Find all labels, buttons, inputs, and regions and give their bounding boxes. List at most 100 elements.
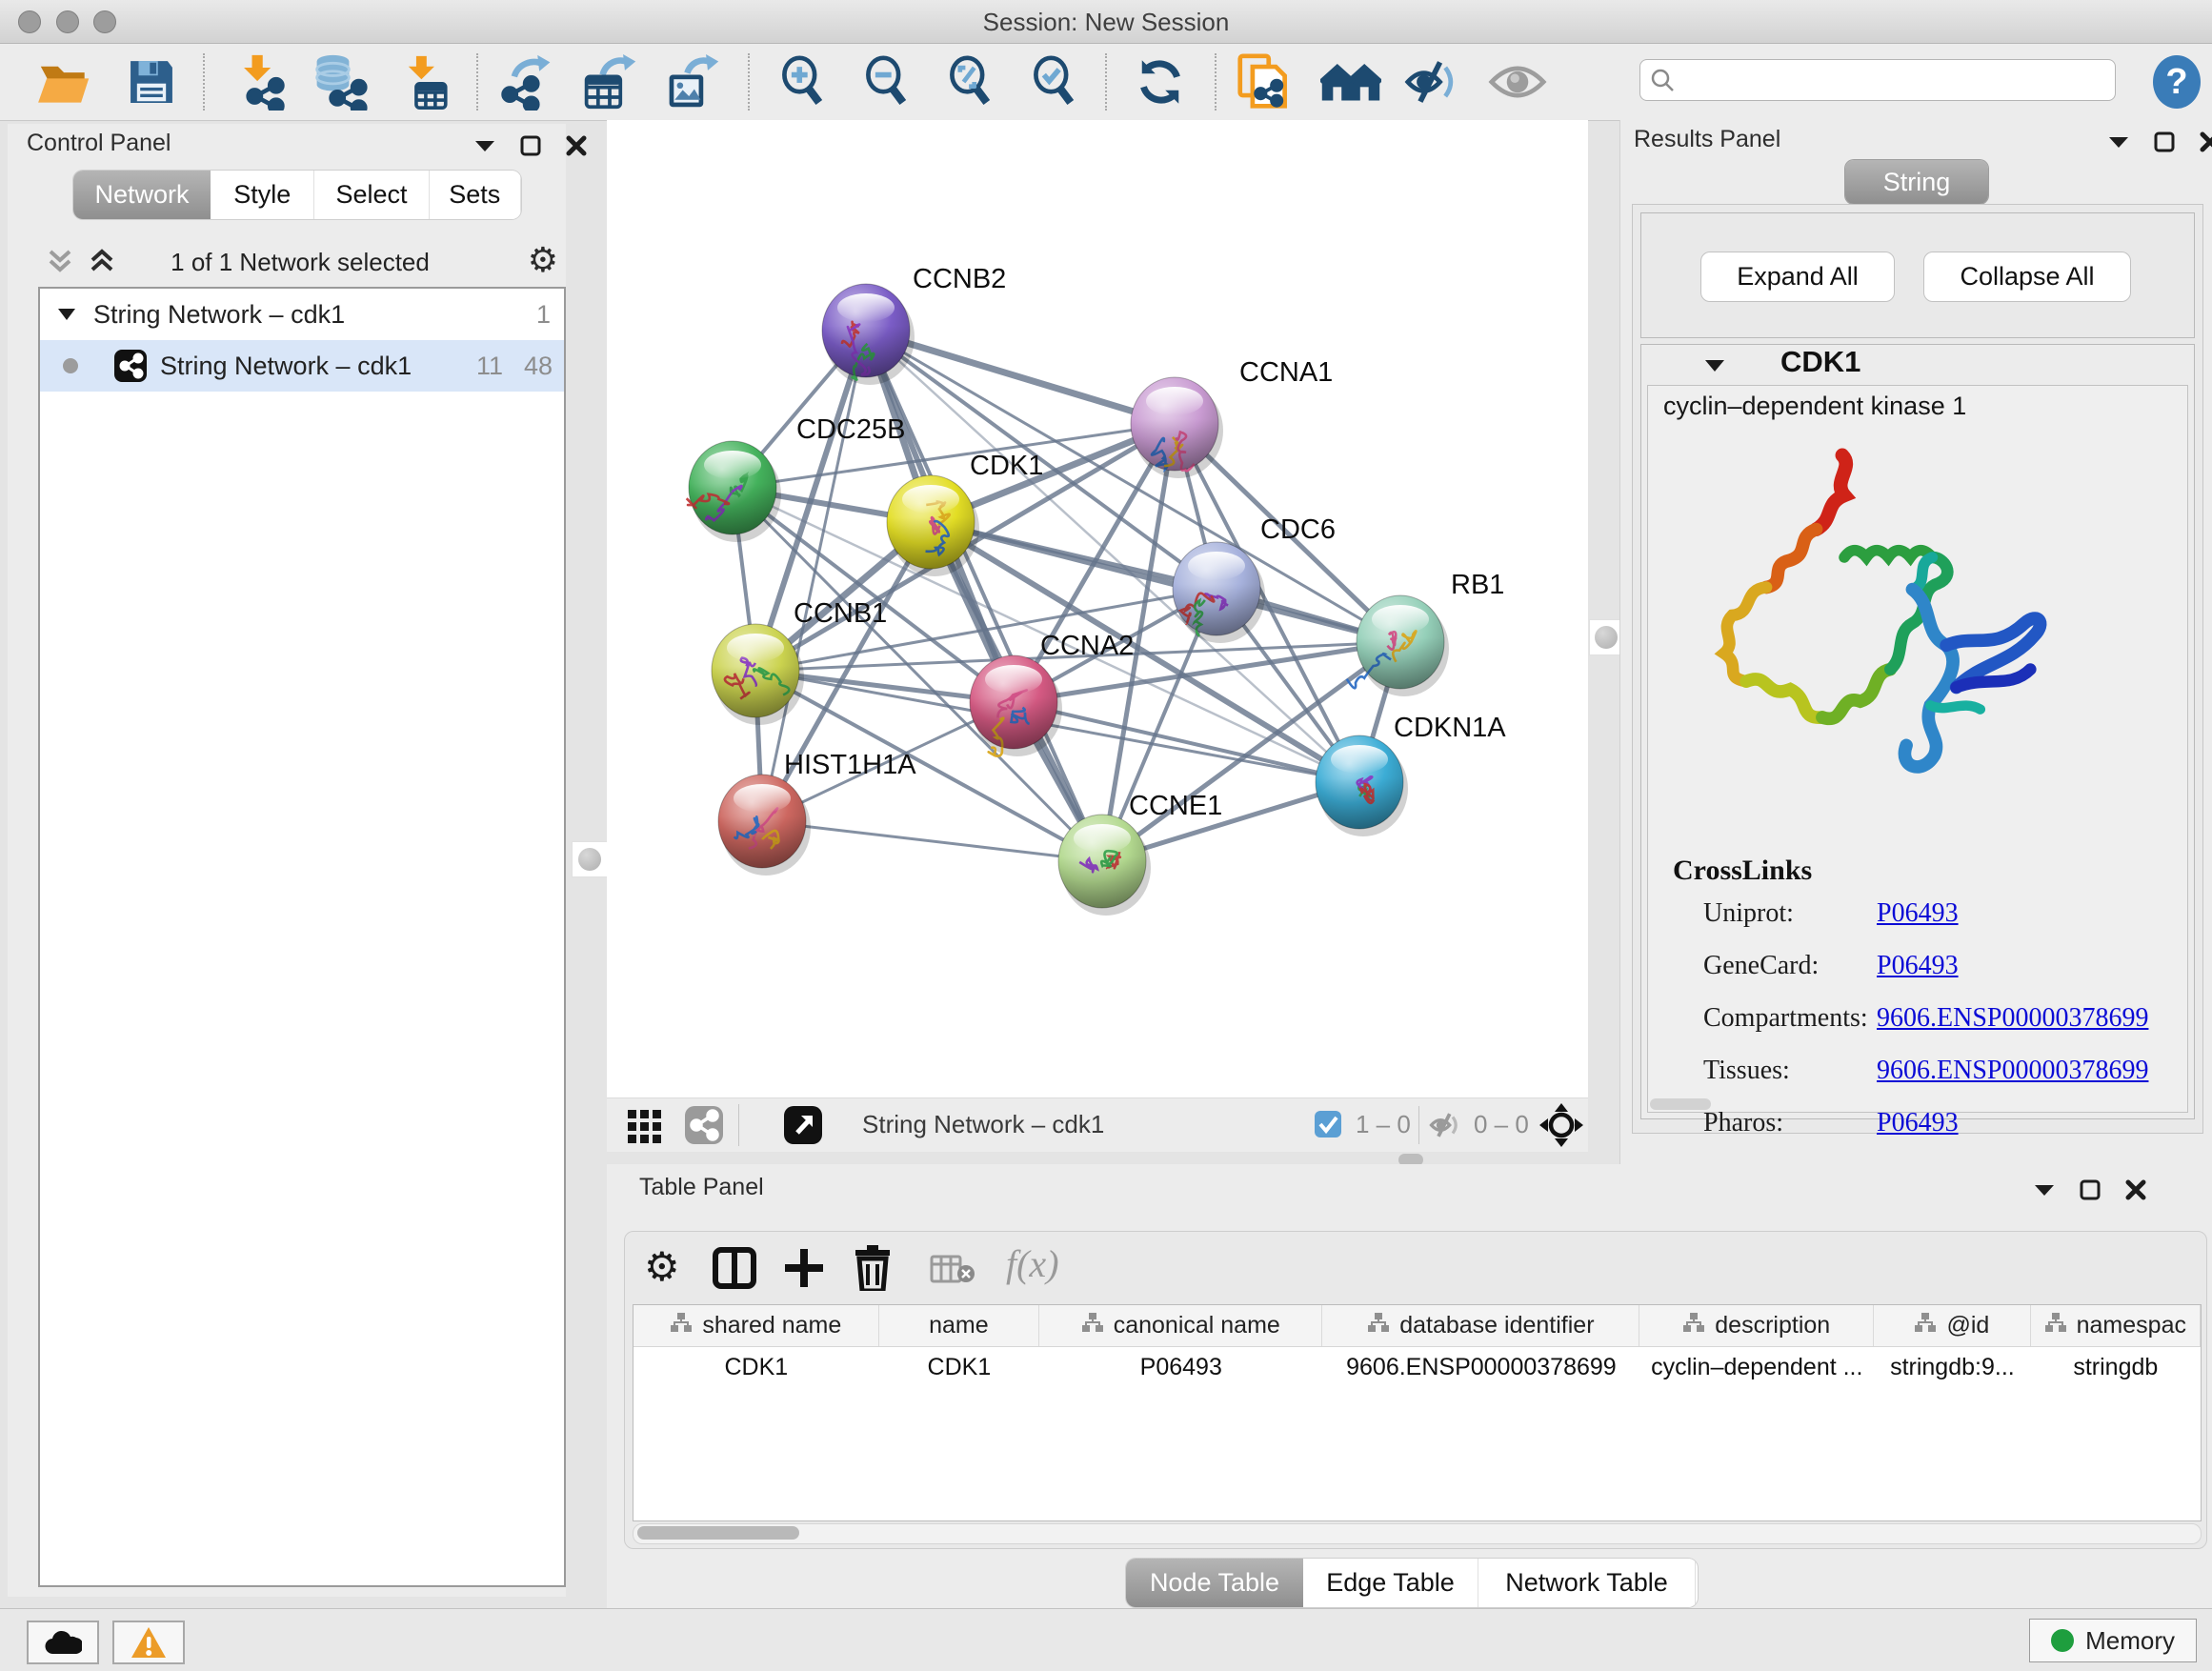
table-cell[interactable]: cyclin–dependent ... [1639,1347,1874,1388]
function-builder-icon[interactable]: f(x) [1006,1241,1059,1286]
edge-CCNB2-CCNE1[interactable] [866,331,1102,861]
node-CCNA1[interactable] [1131,377,1223,478]
float-panel-icon[interactable] [2034,1183,2055,1197]
gene-box-scrollbar[interactable] [1650,1098,1711,1110]
export-table-button[interactable] [578,51,641,112]
edge-HIST1H1A-CCNE1[interactable] [762,821,1102,861]
detach-view-icon[interactable] [782,1104,824,1146]
crosslink-link[interactable]: P06493 [1877,898,1959,929]
node-CDKN1A[interactable] [1316,735,1408,836]
close-panel-icon[interactable] [566,135,587,156]
crosslink-link[interactable]: 9606.ENSP00000378699 [1877,1003,2148,1034]
delete-table-icon[interactable] [930,1255,975,1285]
table-horizontal-scrollbar[interactable] [633,1523,2202,1544]
show-all-button[interactable] [1486,51,1549,112]
node-CCNB2[interactable] [822,284,915,385]
node-CCNE1[interactable] [1058,815,1151,916]
network-svg[interactable]: CCNB2CCNA1CDC25BCDK1CDC6RB1CCNB1CCNA2CDK… [607,120,1588,1097]
crosslink-link[interactable]: P06493 [1877,951,1959,981]
import-network-from-database-button[interactable] [309,51,372,112]
column-header-@id[interactable]: @id [1874,1305,2031,1346]
first-neighbors-button[interactable] [1319,51,1382,112]
open-session-button[interactable] [33,51,96,112]
close-panel-icon[interactable] [2200,131,2212,152]
tab-select[interactable]: Select [314,171,429,219]
table-cell[interactable]: CDK1 [879,1347,1039,1388]
import-table-from-file-button[interactable] [393,51,456,112]
table-options-gear-icon[interactable]: ⚙ [644,1243,680,1290]
node-CDC6[interactable] [1173,542,1265,643]
open-folder-icon [37,56,92,108]
column-header-database-identifier[interactable]: database identifier [1322,1305,1639,1346]
scrollbar-thumb[interactable] [637,1526,799,1540]
cloud-status-button[interactable] [27,1621,99,1664]
tab-sets[interactable]: Sets [430,171,521,219]
tab-string[interactable]: String [1845,160,1988,204]
column-header-description[interactable]: description [1639,1305,1874,1346]
selected-checkbox-icon[interactable] [1314,1110,1342,1138]
float-panel-icon[interactable] [2108,135,2129,149]
network-row-selected[interactable]: String Network – cdk1 11 48 [40,340,564,392]
left-splitter-handle[interactable] [572,841,608,877]
warnings-button[interactable] [112,1621,185,1664]
tree-expander-icon[interactable] [57,308,76,321]
maximize-panel-icon[interactable] [2080,1179,2101,1200]
zoom-fit-button[interactable] [939,51,1002,112]
tab-network[interactable]: Network [73,171,211,219]
save-session-button[interactable] [120,51,183,112]
show-columns-icon[interactable] [713,1247,756,1289]
copy-network-button[interactable] [1234,51,1297,112]
tab-network-table[interactable]: Network Table [1478,1559,1696,1607]
maximize-panel-icon[interactable] [2154,131,2175,152]
column-header-shared-name[interactable]: shared name [633,1305,879,1346]
table-cell[interactable]: stringdb:9... [1874,1347,2031,1388]
table-cell[interactable]: P06493 [1039,1347,1322,1388]
hide-selected-button[interactable] [1402,51,1465,112]
table-row[interactable]: CDK1CDK1P064939606.ENSP00000378699cyclin… [633,1347,2201,1388]
network-list-options-gear-icon[interactable]: ⚙ [528,240,558,280]
network-collection-row[interactable]: String Network – cdk1 1 [40,289,564,340]
tab-edge-table[interactable]: Edge Table [1303,1559,1478,1607]
table-cell[interactable]: stringdb [2031,1347,2201,1388]
collapse-all-button[interactable]: Collapse All [1923,252,2131,302]
crosslink-link[interactable]: P06493 [1877,1108,1959,1138]
node-HIST1H1A[interactable] [718,775,811,876]
delete-column-icon[interactable] [854,1245,892,1291]
float-panel-icon[interactable] [474,139,495,152]
import-network-from-file-button[interactable] [228,51,291,112]
table-cell[interactable]: CDK1 [633,1347,879,1388]
table-tabs: Node TableEdge TableNetwork Table [1126,1559,1698,1607]
add-column-icon[interactable] [783,1247,825,1289]
crosslink-row: Compartments:9606.ENSP00000378699 [1703,1003,2180,1034]
table-cell[interactable]: 9606.ENSP00000378699 [1322,1347,1639,1388]
node-CDC25B[interactable] [687,441,781,542]
maximize-panel-icon[interactable] [520,135,541,156]
grid-view-icon[interactable] [624,1104,666,1146]
network-view-toggle-icon[interactable] [683,1104,725,1146]
zoom-in-button[interactable] [772,51,835,112]
memory-button[interactable]: Memory [2029,1619,2197,1662]
expand-all-button[interactable]: Expand All [1700,252,1895,302]
export-network-button[interactable] [495,51,558,112]
node-RB1[interactable] [1347,595,1449,696]
crosslink-link[interactable]: 9606.ENSP00000378699 [1877,1056,2148,1086]
search-input[interactable] [1639,59,2116,101]
right-splitter-handle[interactable] [1589,619,1623,655]
birds-eye-view-icon[interactable] [1538,1102,1584,1148]
close-panel-icon[interactable] [2125,1179,2146,1200]
zoom-out-button[interactable] [855,51,918,112]
node-table-grid[interactable]: shared namenamecanonical namedatabase id… [633,1304,2202,1521]
column-header-namespac[interactable]: namespac [2031,1305,2201,1346]
zoom-selected-button[interactable] [1023,51,1086,112]
column-header-name[interactable]: name [879,1305,1039,1346]
refresh-button[interactable] [1129,51,1192,112]
gene-collapse-icon[interactable] [1704,358,1725,372]
export-image-button[interactable] [661,51,724,112]
tab-style[interactable]: Style [211,171,314,219]
tab-node-table[interactable]: Node Table [1126,1559,1303,1607]
zoom-in-icon [776,53,830,111]
node-CDK1[interactable] [887,475,979,576]
column-header-canonical-name[interactable]: canonical name [1039,1305,1322,1346]
help-button[interactable]: ? [2145,51,2208,112]
crosslinks-list: Uniprot:P06493GeneCard:P06493Compartment… [1703,898,2180,1160]
